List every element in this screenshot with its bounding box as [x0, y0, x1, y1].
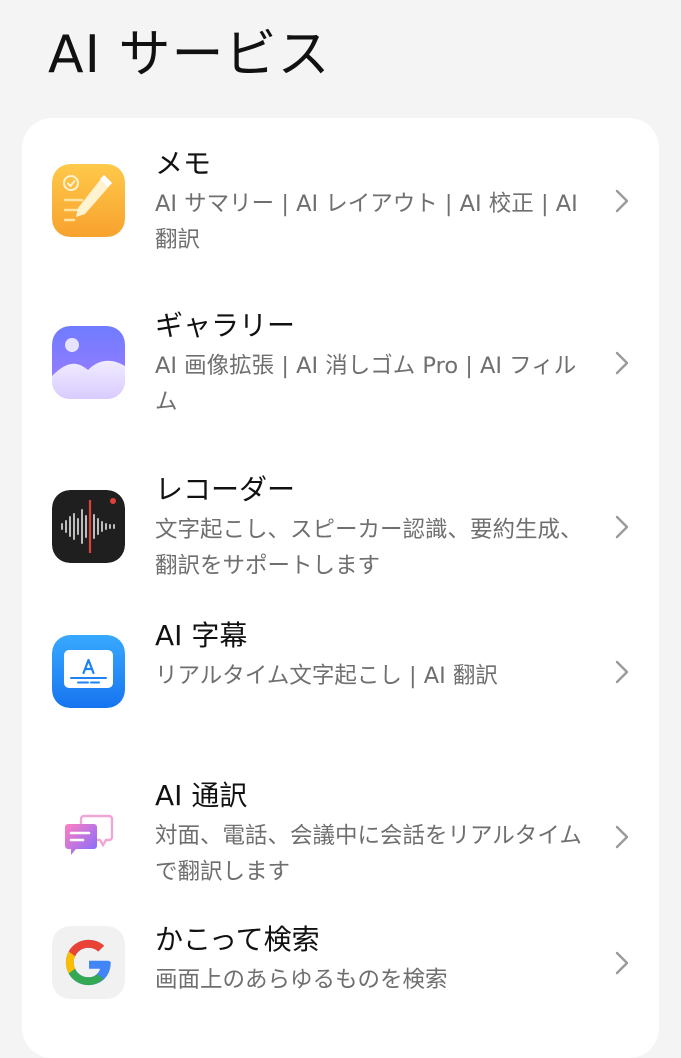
service-title: かこって検索 — [155, 923, 320, 956]
service-text-ai-interpreter: AI 通訳 対面、電話、会議中に会話をリアルタイムで翻訳します — [155, 776, 595, 890]
chat-bubbles-icon — [52, 800, 125, 873]
service-row-ai-subtitles[interactable]: AI 字幕 リアルタイム文字起こし | AI 翻訳 — [22, 608, 659, 736]
service-row-ai-interpreter[interactable]: AI 通訳 対面、電話、会議中に会話をリアルタイムで翻訳します — [22, 736, 659, 914]
chevron-right-icon — [607, 348, 637, 378]
service-title: AI 通訳 — [155, 779, 248, 812]
service-description: 文字起こし、スピーカー認識、要約生成、翻訳をサポートします — [155, 517, 583, 579]
service-title: メモ — [155, 147, 212, 180]
google-g-icon — [52, 926, 125, 999]
service-text-circle-to-search: かこって検索 画面上のあらゆるものを検索 — [155, 920, 595, 998]
service-title: AI 字幕 — [155, 619, 248, 652]
service-row-recorder[interactable]: レコーダー 文字起こし、スピーカー認識、要約生成、翻訳をサポートします — [22, 444, 659, 608]
chevron-right-icon — [607, 948, 637, 978]
service-description: AI 画像拡張 | AI 消しゴム Pro | AI フィルム — [155, 353, 577, 415]
service-text-memo: メモ AI サマリー | AI レイアウト | AI 校正 | AI 翻訳 — [155, 144, 595, 258]
service-text-gallery: ギャラリー AI 画像拡張 | AI 消しゴム Pro | AI フィルム — [155, 306, 595, 420]
service-description: 対面、電話、会議中に会話をリアルタイムで翻訳します — [155, 823, 582, 885]
gallery-landscape-icon — [52, 326, 125, 399]
subtitle-a-icon — [52, 635, 125, 708]
chevron-right-icon — [607, 512, 637, 542]
service-description: 画面上のあらゆるものを検索 — [155, 967, 448, 993]
service-description: AI サマリー | AI レイアウト | AI 校正 | AI 翻訳 — [155, 191, 578, 253]
service-title: ギャラリー — [155, 309, 296, 342]
page-title: AI サービス — [48, 25, 331, 85]
chevron-right-icon — [607, 186, 637, 216]
service-text-recorder: レコーダー 文字起こし、スピーカー認識、要約生成、翻訳をサポートします — [155, 470, 595, 584]
service-description: リアルタイム文字起こし | AI 翻訳 — [155, 663, 498, 689]
chevron-right-icon — [607, 822, 637, 852]
service-row-gallery[interactable]: ギャラリー AI 画像拡張 | AI 消しゴム Pro | AI フィルム — [22, 280, 659, 444]
service-row-memo[interactable]: メモ AI サマリー | AI レイアウト | AI 校正 | AI 翻訳 — [22, 118, 659, 280]
service-row-circle-to-search[interactable]: かこって検索 画面上のあらゆるものを検索 — [22, 914, 659, 1024]
services-card: メモ AI サマリー | AI レイアウト | AI 校正 | AI 翻訳 ギャ… — [22, 118, 659, 1058]
service-text-ai-subtitles: AI 字幕 リアルタイム文字起こし | AI 翻訳 — [155, 616, 595, 694]
notes-pencil-icon — [52, 164, 125, 237]
chevron-right-icon — [607, 657, 637, 687]
recorder-waveform-icon — [52, 490, 125, 563]
service-title: レコーダー — [155, 473, 296, 506]
